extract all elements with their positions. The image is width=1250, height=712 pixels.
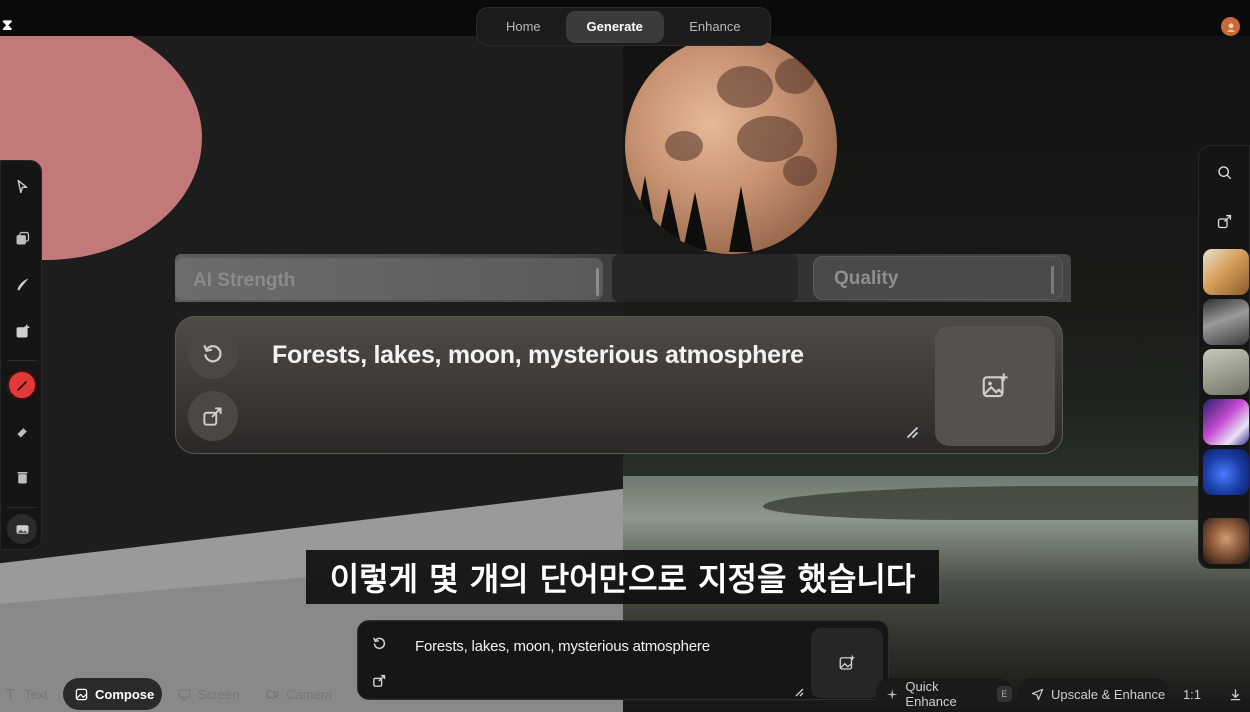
share-icon [203,407,222,426]
mode-camera[interactable]: Camera [266,678,332,710]
quick-enhance-button[interactable]: Quick Enhance E [876,678,1012,710]
top-bar: ⧗ Home Generate Enhance [0,0,1250,46]
prompt-panel: AI Strength Quality Forests, lakes, moon… [175,254,1071,461]
resize-handle-icon[interactable] [905,425,919,439]
sparkle-icon [886,688,898,700]
refresh-icon[interactable] [368,632,390,654]
left-toolbar [0,160,42,550]
ai-strength-label: AI Strength [193,270,296,291]
download-icon [1230,688,1240,700]
quality-slider[interactable]: Quality [813,256,1063,300]
tab-enhance[interactable]: Enhance [664,11,766,43]
right-toolbar [1198,145,1250,569]
tab-generate[interactable]: Generate [565,10,664,43]
text-icon [5,688,16,699]
upscale-enhance-label: Upscale & Enhance [1051,686,1166,702]
brush-icon[interactable] [7,269,37,299]
mode-screen-label: Screen [198,686,240,702]
paint-brush-icon[interactable] [7,370,37,400]
share-icon[interactable] [1212,209,1236,233]
mode-screen[interactable]: Screen [178,678,239,710]
image-icon [75,688,88,700]
download-button[interactable] [1224,678,1246,710]
history-thumbnail[interactable] [1203,299,1249,345]
add-image-icon [839,655,855,670]
history-thumbnail[interactable] [1203,349,1249,395]
quality-label: Quality [834,268,899,289]
ai-strength-slider[interactable]: AI Strength [175,258,603,300]
send-icon [1031,688,1044,700]
mode-compose[interactable]: Compose [63,678,162,710]
gallery-icon[interactable] [7,514,37,544]
trash-icon[interactable] [7,462,37,492]
video-subtitle: 이렇게 몇 개의 단어만으로 지정을 했습니다 [306,550,939,604]
regenerate-button[interactable] [188,329,238,379]
history-thumbnail[interactable] [1203,518,1249,564]
camera-icon [266,690,279,698]
history-thumbnail[interactable] [1203,399,1249,445]
pointer-icon[interactable] [7,171,37,201]
app-logo[interactable]: ⧗ [2,18,16,34]
ai-strength-track[interactable] [612,254,798,302]
upscale-enhance-button[interactable]: Upscale & Enhance [1018,678,1168,710]
eraser-icon[interactable] [7,416,37,446]
toolbar-divider [7,360,37,361]
aspect-ratio-button[interactable]: 1:1 [1174,678,1210,710]
ai-strength-handle[interactable] [596,268,599,296]
layers-icon[interactable] [7,223,37,253]
quality-handle[interactable] [1051,266,1054,294]
bottom-bar: Text Compose Screen Camera Quick Enhance… [0,674,1250,712]
monitor-icon [178,688,191,700]
aspect-ratio-label: 1:1 [1182,686,1202,702]
tab-home[interactable]: Home [481,11,566,43]
mode-compose-label: Compose [95,686,155,702]
toolbar-divider [7,507,37,508]
mode-camera-label: Camera [286,686,333,702]
history-thumbnail[interactable] [1203,249,1249,295]
settings-row: AI Strength Quality [175,254,1071,302]
history-thumbnail[interactable] [1203,449,1249,495]
add-image-icon[interactable] [7,316,37,346]
mode-text[interactable]: Text [4,678,48,710]
top-nav: Home Generate Enhance [476,7,771,46]
prompt-input[interactable]: Forests, lakes, moon, mysterious atmosph… [272,341,804,370]
moon-image [625,36,837,254]
prompt-box: Forests, lakes, moon, mysterious atmosph… [175,316,1063,454]
share-prompt-button[interactable] [188,391,238,441]
shortcut-key-badge: E [996,686,1012,702]
search-icon[interactable] [1212,160,1236,184]
refresh-icon [203,344,222,363]
add-reference-image-button[interactable] [935,326,1055,446]
mode-text-label: Text [24,686,48,702]
bottom-prompt-input[interactable]: Forests, lakes, moon, mysterious atmosph… [415,638,710,655]
quick-enhance-label: Quick Enhance [905,679,957,709]
user-avatar-icon[interactable] [1221,17,1240,36]
add-image-icon [982,373,1008,398]
